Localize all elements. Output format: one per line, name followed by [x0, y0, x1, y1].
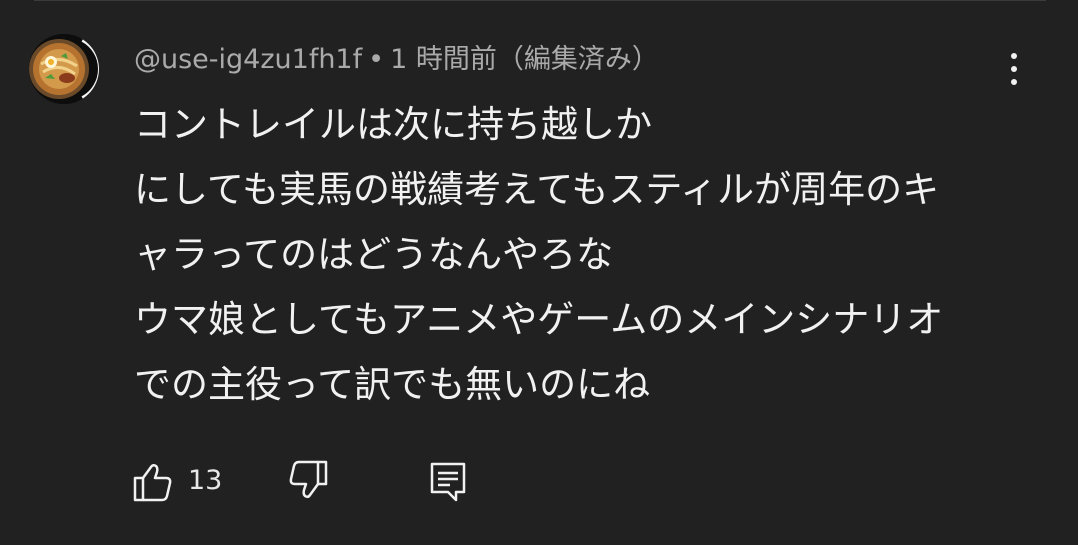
more-options-button[interactable] — [994, 44, 1034, 94]
dislike-button[interactable] — [287, 456, 331, 506]
comment-actions: 13 — [130, 456, 530, 506]
comment-timestamp[interactable]: 1 時間前（編集済み） — [390, 44, 659, 75]
author-handle[interactable]: @use-ig4zu1fh1f — [134, 44, 362, 75]
avatar[interactable] — [29, 34, 99, 104]
vertical-dots-icon — [1011, 53, 1017, 85]
comment-text: コントレイルは次に持ち越しか にしても実馬の戦績考えてもスティルが周年のキ ャラ… — [134, 92, 1034, 417]
comment-line: ウマ娘としてもアニメやゲームのメインシナリオ — [134, 298, 944, 341]
like-button[interactable] — [130, 456, 174, 506]
comment-line: ャラってのはどうなんやろな — [134, 233, 614, 276]
ramen-bowl-avatar-image — [29, 34, 99, 104]
comment-line: での主役って訳でも無いのにね — [134, 363, 651, 406]
reply-comment-icon — [430, 462, 466, 502]
thumbs-up-icon — [133, 463, 172, 502]
comment-line: にしても実馬の戦績考えてもスティルが周年のキ — [134, 168, 940, 211]
meta-separator: • — [368, 44, 385, 75]
comment-meta: @use-ig4zu1fh1f • 1 時間前（編集済み） — [134, 40, 659, 80]
like-count: 13 — [188, 465, 223, 496]
top-divider — [34, 0, 1046, 1]
reply-button[interactable] — [426, 456, 470, 506]
thumbs-down-icon — [289, 460, 328, 499]
comment-line: コントレイルは次に持ち越しか — [134, 103, 652, 146]
